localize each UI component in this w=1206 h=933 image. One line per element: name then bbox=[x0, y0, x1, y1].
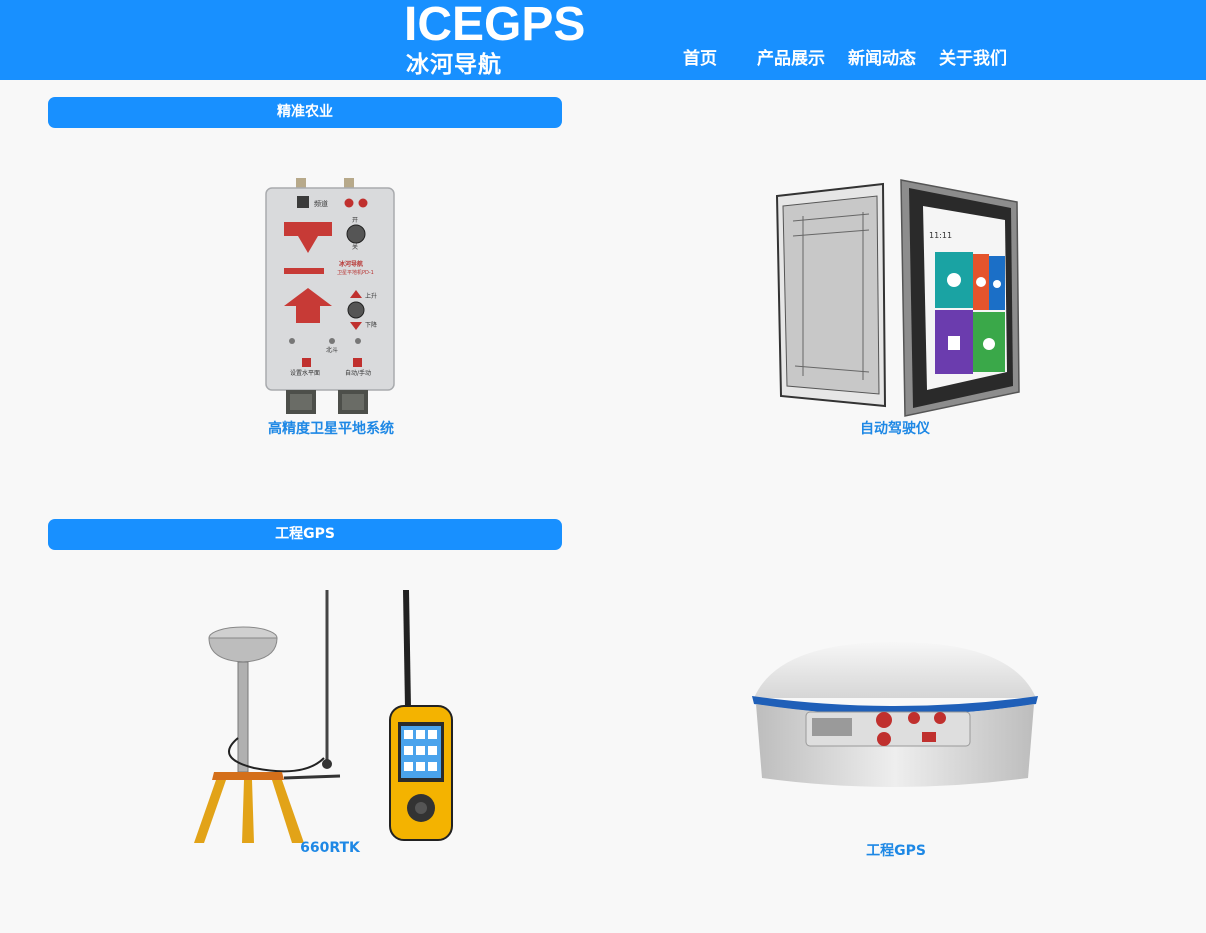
section-title-agriculture: 精准农业 bbox=[48, 97, 562, 128]
svg-text:关: 关 bbox=[352, 243, 358, 251]
rtk-kit-icon bbox=[194, 589, 453, 843]
device-label-channel: 频道 bbox=[314, 199, 328, 208]
rtk-kit-image[interactable] bbox=[194, 588, 456, 843]
product-caption-autopilot[interactable]: 自动驾驶仪 bbox=[845, 418, 945, 438]
svg-text:冰河导航: 冰河导航 bbox=[339, 260, 363, 268]
product-caption-engineering-gps[interactable]: 工程GPS bbox=[846, 840, 946, 860]
product-caption-660rtk[interactable]: 660RTK bbox=[280, 840, 380, 856]
svg-text:卫星平地机PD-1: 卫星平地机PD-1 bbox=[337, 269, 374, 276]
logo-chinese: 冰河导航 bbox=[406, 52, 502, 78]
autopilot-tablet-icon: 11:11 bbox=[775, 179, 1020, 417]
nav-item-about[interactable]: 关于我们 bbox=[939, 44, 1007, 69]
site-header: ICEGPS 冰河导航 首页 产品展示 新闻动态 关于我们 bbox=[0, 0, 1206, 80]
svg-text:上升: 上升 bbox=[365, 292, 377, 300]
svg-text:开: 开 bbox=[352, 217, 358, 224]
logo-english: ICEGPS bbox=[404, 0, 586, 51]
svg-text:设置水平面: 设置水平面 bbox=[290, 369, 320, 377]
nav-item-home[interactable]: 首页 bbox=[683, 44, 717, 69]
gnss-receiver-icon bbox=[752, 642, 1038, 787]
nav-item-news[interactable]: 新闻动态 bbox=[848, 44, 916, 69]
product-caption-leveling-system[interactable]: 高精度卫星平地系统 bbox=[261, 418, 401, 438]
svg-text:下降: 下降 bbox=[365, 321, 377, 329]
leveling-controller-icon: 频道 开 关 冰河导航 卫星平地机PD-1 上升 下降 北斗 设置水平面 自动/… bbox=[265, 178, 395, 414]
section-title-engineering-gps: 工程GPS bbox=[48, 519, 562, 550]
leveling-controller-image[interactable]: 频道 开 关 冰河导航 卫星平地机PD-1 上升 下降 北斗 设置水平面 自动/… bbox=[262, 178, 398, 418]
svg-text:北斗: 北斗 bbox=[326, 346, 338, 354]
nav-item-products[interactable]: 产品展示 bbox=[757, 44, 825, 69]
tablet-time: 11:11 bbox=[929, 231, 952, 240]
gnss-receiver-image[interactable] bbox=[748, 640, 1042, 794]
site-logo[interactable]: ICEGPS 冰河导航 bbox=[404, 0, 608, 80]
autopilot-tablet-image[interactable]: 11:11 bbox=[773, 176, 1023, 418]
svg-text:自动/手动: 自动/手动 bbox=[345, 369, 371, 377]
